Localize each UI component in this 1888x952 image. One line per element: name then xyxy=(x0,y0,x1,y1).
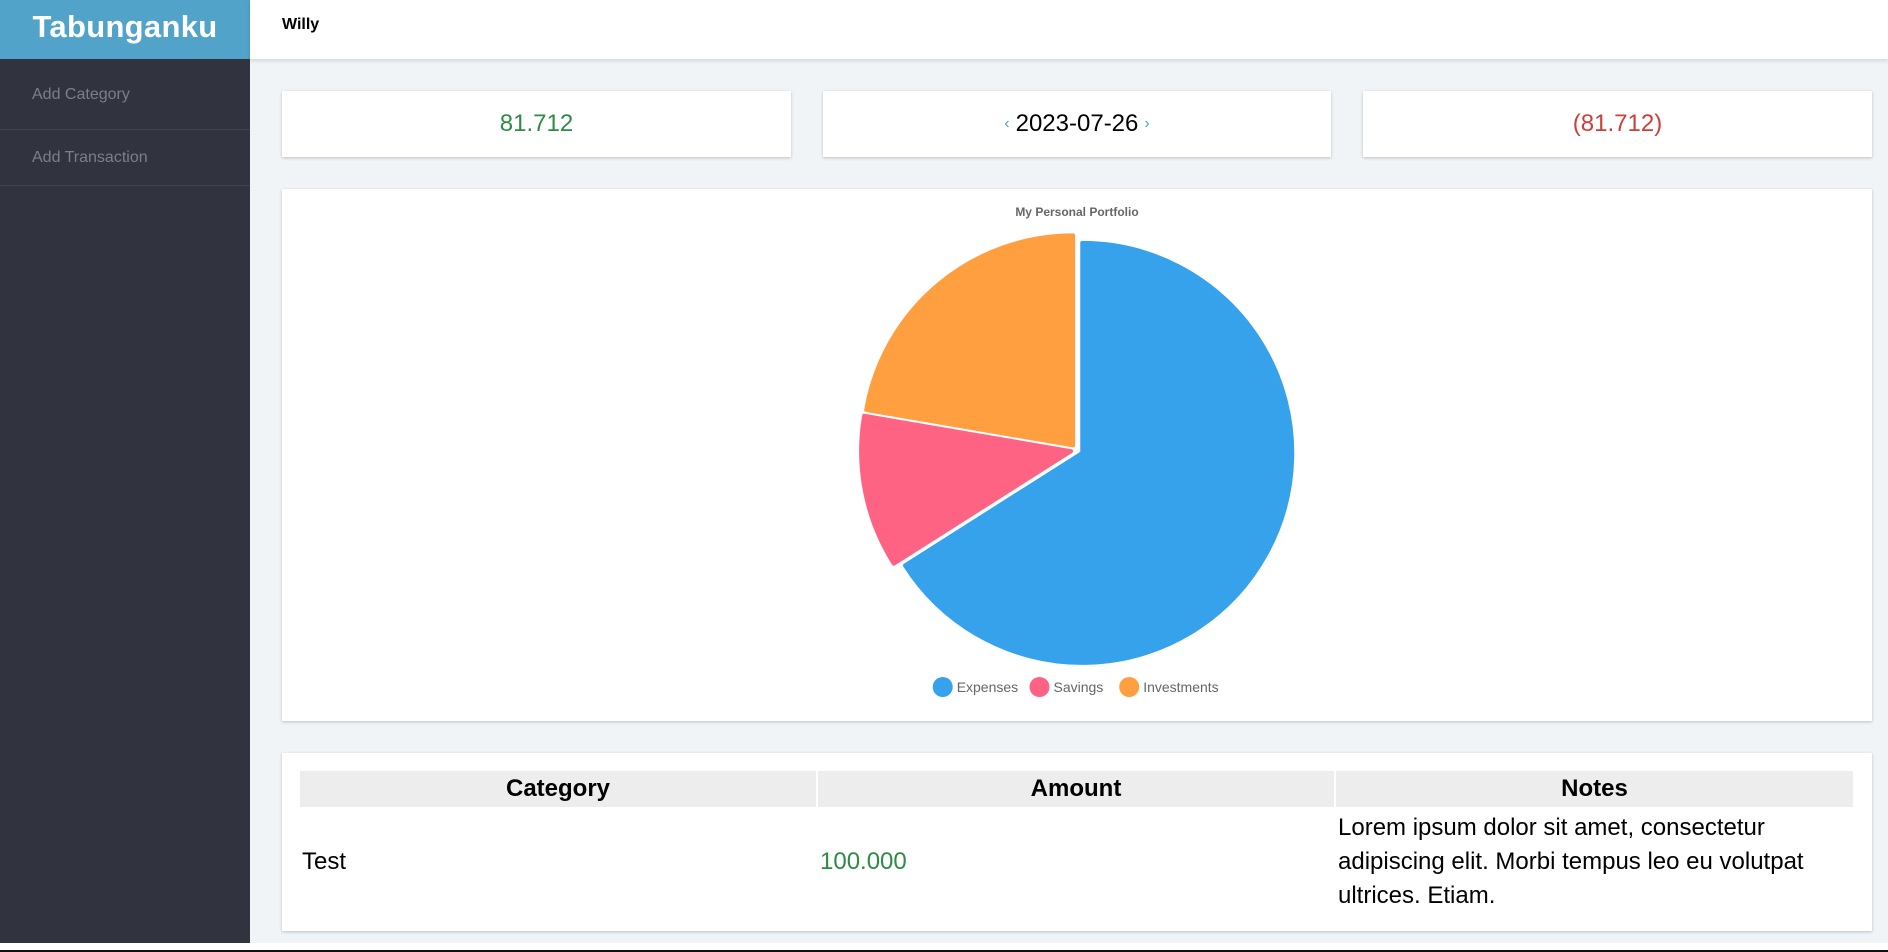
pie-slice-investments[interactable] xyxy=(864,233,1076,448)
legend-swatch xyxy=(1119,677,1140,697)
column-header-amount[interactable]: Amount xyxy=(818,771,1334,807)
portfolio-chart-card: My Personal Portfolio Expenses Savings Inv… xyxy=(282,189,1872,721)
app-root: Tabunganku Willy Add Category Add Transa… xyxy=(0,0,1888,943)
legend-label: Investments xyxy=(1143,679,1218,695)
balance-value: (81.712) xyxy=(1572,110,1663,137)
date-navigator: ‹ 2023-07-26 › xyxy=(823,91,1331,157)
transactions-table: Category Amount Notes Test 100.000 Lorem… xyxy=(298,771,1855,917)
current-date: 2023-07-26 xyxy=(1015,110,1139,137)
next-date-icon[interactable]: › xyxy=(1138,115,1155,133)
legend-swatch xyxy=(1029,677,1050,697)
legend-label: Savings xyxy=(1054,679,1104,695)
column-header-category[interactable]: Category xyxy=(300,771,816,807)
cell-notes: Lorem ipsum dolor sit amet, consectetur … xyxy=(1338,814,1804,909)
app-logo[interactable]: Tabunganku xyxy=(0,0,250,59)
column-header-notes[interactable]: Notes xyxy=(1336,771,1853,807)
top-bar: Willy xyxy=(250,0,1888,59)
legend-item-expenses[interactable]: Expenses xyxy=(932,677,1018,697)
cell-category: Test xyxy=(302,848,347,875)
balance-card: (81.712) xyxy=(1363,91,1872,157)
income-value: 81.712 xyxy=(499,110,574,137)
sidebar-item-add-category[interactable]: Add Category xyxy=(0,59,250,130)
portfolio-pie-chart: My Personal Portfolio Expenses Savings Inv… xyxy=(859,205,1295,697)
income-card: 81.712 xyxy=(282,91,791,157)
legend-swatch xyxy=(932,677,953,697)
legend-item-savings[interactable]: Savings xyxy=(1029,677,1104,697)
legend-item-investments[interactable]: Investments xyxy=(1119,677,1219,697)
chart-title: My Personal Portfolio xyxy=(1015,205,1138,219)
sidebar-item-add-transaction[interactable]: Add Transaction xyxy=(0,130,250,186)
table-row[interactable]: Test 100.000 Lorem ipsum dolor sit amet,… xyxy=(300,807,1853,917)
legend-label: Expenses xyxy=(957,679,1018,695)
table-header-row: Category Amount Notes xyxy=(300,771,1853,807)
sidebar: Add Category Add Transaction xyxy=(0,59,250,943)
user-name[interactable]: Willy xyxy=(282,16,319,34)
cell-amount: 100.000 xyxy=(820,848,907,875)
transactions-table-card: Category Amount Notes Test 100.000 Lorem… xyxy=(282,753,1872,931)
previous-date-icon[interactable]: ‹ xyxy=(998,115,1015,133)
